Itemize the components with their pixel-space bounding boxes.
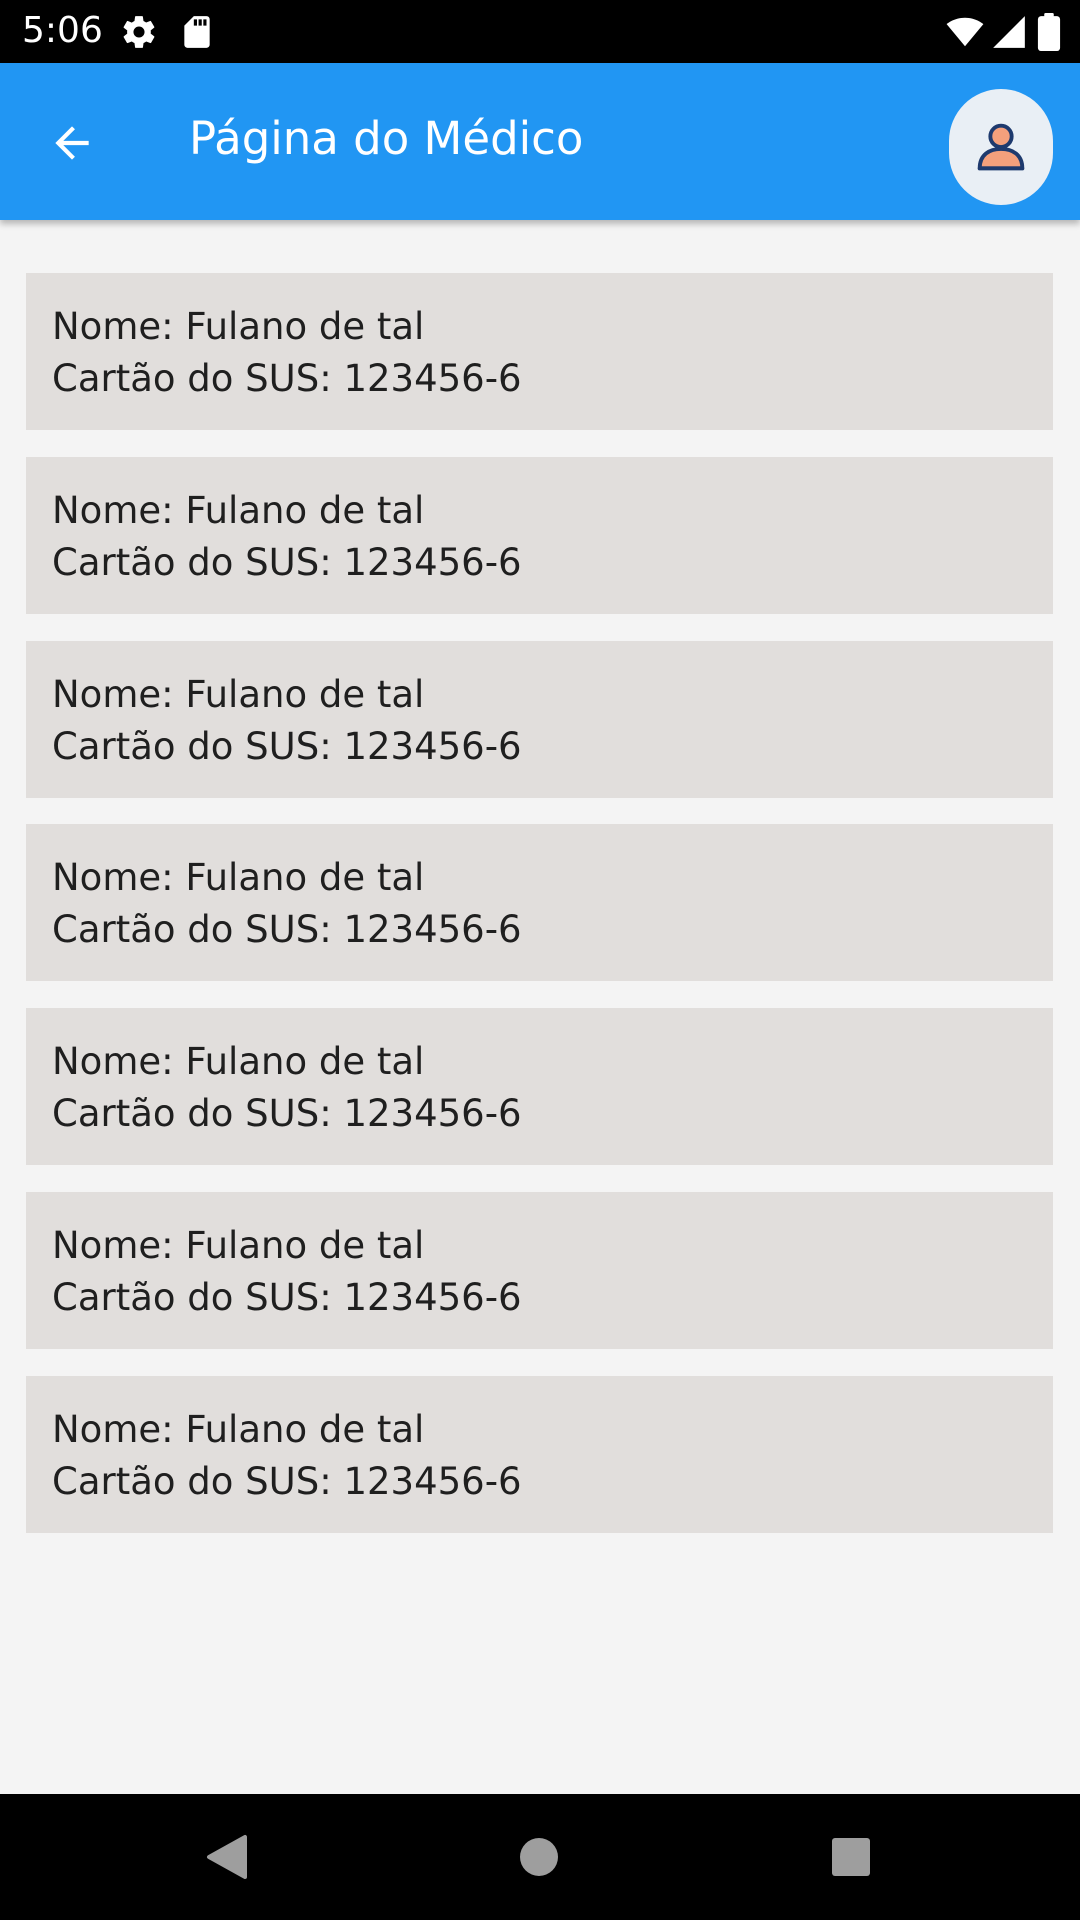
patient-sus-card: Cartão do SUS: 123456-6 [52,908,522,951]
arrow-back-icon [55,126,89,160]
app-bar: Página do Médico [0,63,1080,220]
nav-recents-button[interactable] [816,1822,886,1892]
nav-back-button[interactable] [192,1822,262,1892]
patient-card[interactable]: Nome: Fulano de tal Cartão do SUS: 12345… [26,1376,1053,1533]
nav-home-button[interactable] [504,1822,574,1892]
patient-sus-card: Cartão do SUS: 123456-6 [52,357,522,400]
back-triangle-icon [207,1835,247,1879]
patient-name: Nome: Fulano de tal [52,1224,425,1267]
patient-name: Nome: Fulano de tal [52,1040,425,1083]
patient-sus-card: Cartão do SUS: 123456-6 [52,725,522,768]
patient-card[interactable]: Nome: Fulano de tal Cartão do SUS: 12345… [26,273,1053,430]
battery-icon [1036,13,1062,51]
patient-name: Nome: Fulano de tal [52,305,425,348]
patient-card[interactable]: Nome: Fulano de tal Cartão do SUS: 12345… [26,457,1053,614]
person-icon [977,123,1025,171]
patient-sus-card: Cartão do SUS: 123456-6 [52,1092,522,1135]
signal-icon [990,13,1028,51]
profile-avatar-button[interactable] [949,89,1053,205]
recents-square-icon [832,1838,870,1876]
patient-sus-card: Cartão do SUS: 123456-6 [52,1276,522,1319]
status-bar: 5:06 [0,0,1080,63]
patient-name: Nome: Fulano de tal [52,673,425,716]
sd-card-icon [178,13,216,51]
wifi-icon [944,13,986,51]
patient-sus-card: Cartão do SUS: 123456-6 [52,541,522,584]
patient-name: Nome: Fulano de tal [52,489,425,532]
patient-card[interactable]: Nome: Fulano de tal Cartão do SUS: 12345… [26,641,1053,798]
home-circle-icon [520,1838,558,1876]
page-title: Página do Médico [189,112,584,165]
patient-sus-card: Cartão do SUS: 123456-6 [52,1460,522,1503]
gear-icon [120,13,158,51]
patient-card[interactable]: Nome: Fulano de tal Cartão do SUS: 12345… [26,1008,1053,1165]
status-time: 5:06 [22,10,103,51]
patient-name: Nome: Fulano de tal [52,1408,425,1451]
patient-card[interactable]: Nome: Fulano de tal Cartão do SUS: 12345… [26,824,1053,981]
patient-card[interactable]: Nome: Fulano de tal Cartão do SUS: 12345… [26,1192,1053,1349]
system-nav-bar [0,1794,1080,1920]
back-button[interactable] [36,107,108,179]
patient-name: Nome: Fulano de tal [52,856,425,899]
